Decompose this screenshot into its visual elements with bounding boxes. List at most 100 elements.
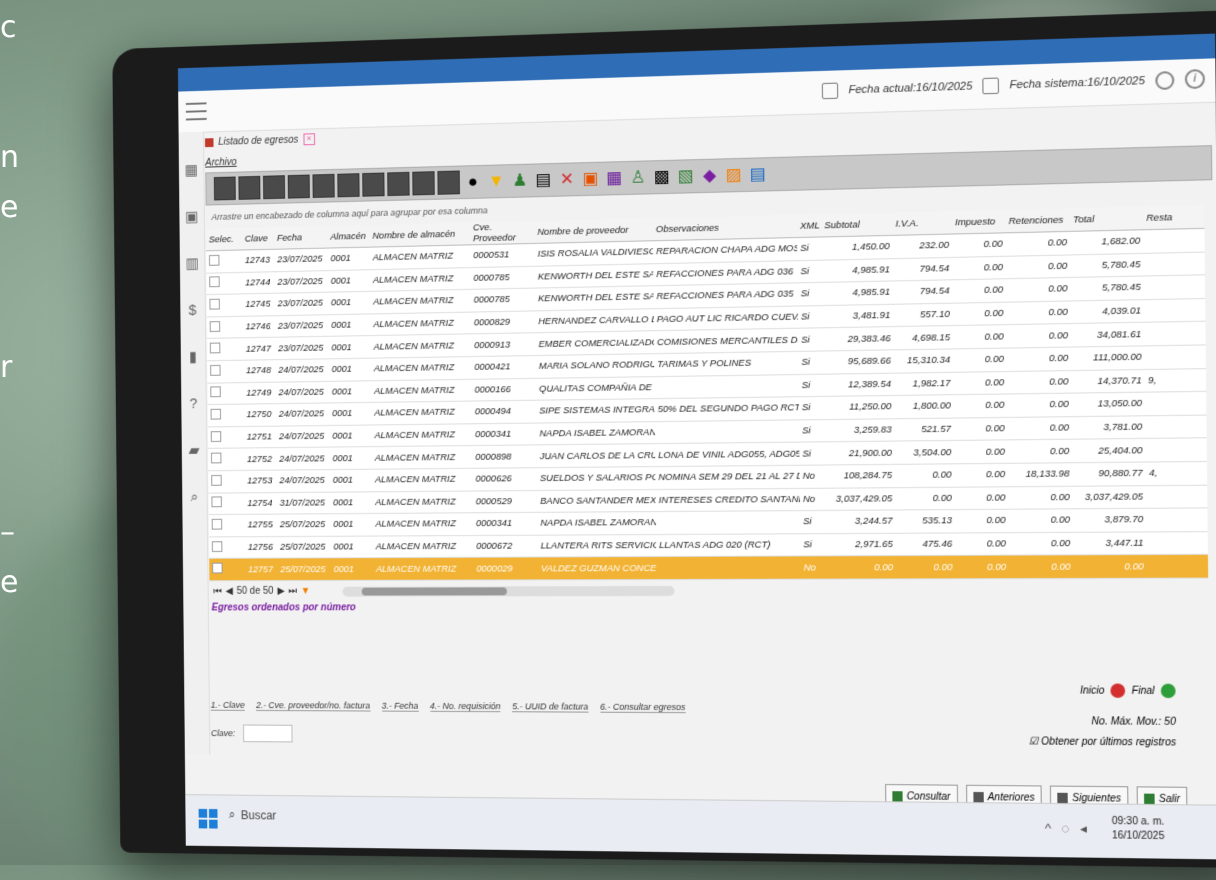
select-checkbox[interactable] <box>211 431 221 442</box>
select-checkbox[interactable] <box>212 519 222 530</box>
column-header[interactable]: Retenciones <box>1005 208 1070 232</box>
select-cell[interactable] <box>209 492 245 514</box>
first-page-icon[interactable]: ⏮ <box>213 586 222 597</box>
person-icon[interactable]: ♙ <box>627 166 648 189</box>
document-icon[interactable]: ▣ <box>580 168 601 190</box>
select-checkbox[interactable] <box>211 475 221 486</box>
select-cell[interactable] <box>207 294 243 317</box>
select-checkbox[interactable] <box>212 563 222 574</box>
export-icon[interactable]: ▨ <box>723 164 744 187</box>
cancel-icon[interactable]: ✕ <box>556 168 577 190</box>
next-page-button[interactable] <box>312 174 334 198</box>
select-checkbox[interactable] <box>210 321 220 332</box>
network-icon[interactable]: ◌ <box>1061 820 1069 836</box>
next-page-icon[interactable]: ▶ <box>277 586 284 597</box>
taskbar-search[interactable]: ⌕ Buscar <box>229 807 277 822</box>
previous-page-button[interactable] <box>238 176 260 200</box>
lock-icon[interactable]: ▣ <box>184 210 199 226</box>
help-icon[interactable]: ? <box>186 396 201 412</box>
table-row[interactable]: 12757 25/07/2025 0001 ALMACEN MATRIZ 0000029… <box>209 555 1208 581</box>
column-header[interactable]: Cve. Proveedor <box>470 221 535 245</box>
horizontal-scrollbar[interactable] <box>343 586 675 597</box>
menu-archivo[interactable]: Archivo <box>205 157 237 169</box>
tab-uuid[interactable]: 5.- UUID de factura <box>512 701 588 712</box>
column-header[interactable]: Nombre de proveedor <box>534 218 653 243</box>
table-icon[interactable]: ▥ <box>185 256 200 272</box>
select-cell[interactable] <box>209 536 245 558</box>
column-header[interactable]: Clave <box>242 227 274 250</box>
select-cell[interactable] <box>208 404 244 426</box>
select-checkbox[interactable] <box>212 541 222 552</box>
binoculars-icon[interactable]: ● <box>463 171 484 193</box>
windows-start-icon[interactable] <box>199 809 218 829</box>
select-checkbox[interactable] <box>209 255 219 266</box>
column-header[interactable]: Resta <box>1143 205 1204 230</box>
search-icon[interactable] <box>1155 70 1174 89</box>
column-header[interactable]: Observaciones <box>653 215 797 241</box>
column-header[interactable]: Nombre de almacén <box>369 223 470 247</box>
close-icon[interactable]: × <box>303 133 315 145</box>
edit-button[interactable] <box>412 171 434 195</box>
tab-consultar[interactable]: 6.- Consultar egresos <box>600 702 685 713</box>
select-cell[interactable] <box>207 316 243 339</box>
select-cell[interactable] <box>208 470 244 492</box>
filter-icon[interactable]: ▼ <box>301 586 311 597</box>
select-cell[interactable] <box>207 360 243 383</box>
select-cell[interactable] <box>206 250 242 273</box>
print-icon[interactable]: ▤ <box>533 169 554 191</box>
search-icon[interactable]: ⌕ <box>187 490 202 506</box>
tab-proveedor[interactable]: 2.- Cve. proveedor/no. factura <box>256 700 370 711</box>
column-header[interactable]: Subtotal <box>821 213 892 237</box>
users-icon[interactable]: ♟ <box>509 170 530 192</box>
select-cell[interactable] <box>207 382 243 405</box>
column-header[interactable]: Total <box>1070 207 1143 232</box>
dollar-icon[interactable]: $ <box>185 303 200 319</box>
select-cell[interactable] <box>206 272 242 295</box>
obtener-checkbox[interactable]: ☑ Obtener por últimos registros <box>1029 736 1176 748</box>
hamburger-icon[interactable] <box>186 102 207 120</box>
insert-button[interactable] <box>362 173 384 197</box>
select-cell[interactable] <box>208 426 244 448</box>
report-icon[interactable]: ▦ <box>604 167 625 189</box>
delete-button[interactable] <box>387 172 409 196</box>
filter-icon[interactable]: ▼ <box>486 170 507 192</box>
prev-page-icon[interactable]: ◀ <box>226 586 233 597</box>
excel-icon[interactable]: ▧ <box>675 165 696 188</box>
next-record-button[interactable] <box>288 175 310 199</box>
tab-requisicion[interactable]: 4.- No. requisición <box>430 701 501 712</box>
briefcase-icon[interactable]: ▰ <box>186 443 201 459</box>
column-header[interactable]: I.V.A. <box>892 211 952 235</box>
column-header[interactable]: Almacén <box>327 225 369 248</box>
last-page-icon[interactable]: ⏭ <box>288 586 297 597</box>
first-record-button[interactable] <box>214 177 236 201</box>
select-cell[interactable] <box>207 338 243 361</box>
previous-record-button[interactable] <box>263 175 285 199</box>
calculator-icon[interactable]: ▩ <box>651 166 672 189</box>
chevron-up-icon[interactable]: ^ <box>1045 820 1052 836</box>
select-checkbox[interactable] <box>209 277 219 288</box>
select-cell[interactable] <box>209 514 245 536</box>
column-header[interactable]: Selec. <box>206 228 242 251</box>
column-header[interactable]: XML <box>797 214 822 237</box>
select-checkbox[interactable] <box>210 387 220 398</box>
last-record-button[interactable] <box>337 173 359 197</box>
clock[interactable]: 09:30 a. m. 16/10/2025 <box>1112 815 1165 844</box>
tab-clave[interactable]: 1.- Clave <box>211 700 245 711</box>
select-cell[interactable] <box>209 558 245 580</box>
list-icon[interactable]: ▤ <box>747 163 768 186</box>
select-checkbox[interactable] <box>211 453 221 464</box>
tab-fecha[interactable]: 3.- Fecha <box>382 701 419 712</box>
graph-icon[interactable]: ◆ <box>699 165 720 188</box>
column-header[interactable]: Fecha <box>274 226 328 249</box>
select-checkbox[interactable] <box>211 409 221 420</box>
info-icon[interactable]: i <box>1185 69 1205 89</box>
select-checkbox[interactable] <box>209 299 219 310</box>
select-cell[interactable] <box>208 448 244 470</box>
chart-icon[interactable]: ▮ <box>185 350 200 366</box>
grid-icon[interactable]: ▦ <box>184 163 199 179</box>
clave-input[interactable] <box>243 725 293 743</box>
volume-icon[interactable]: ◂ <box>1080 821 1087 837</box>
select-checkbox[interactable] <box>211 497 221 508</box>
column-header[interactable]: Impuesto <box>952 210 1006 234</box>
select-checkbox[interactable] <box>210 343 220 354</box>
